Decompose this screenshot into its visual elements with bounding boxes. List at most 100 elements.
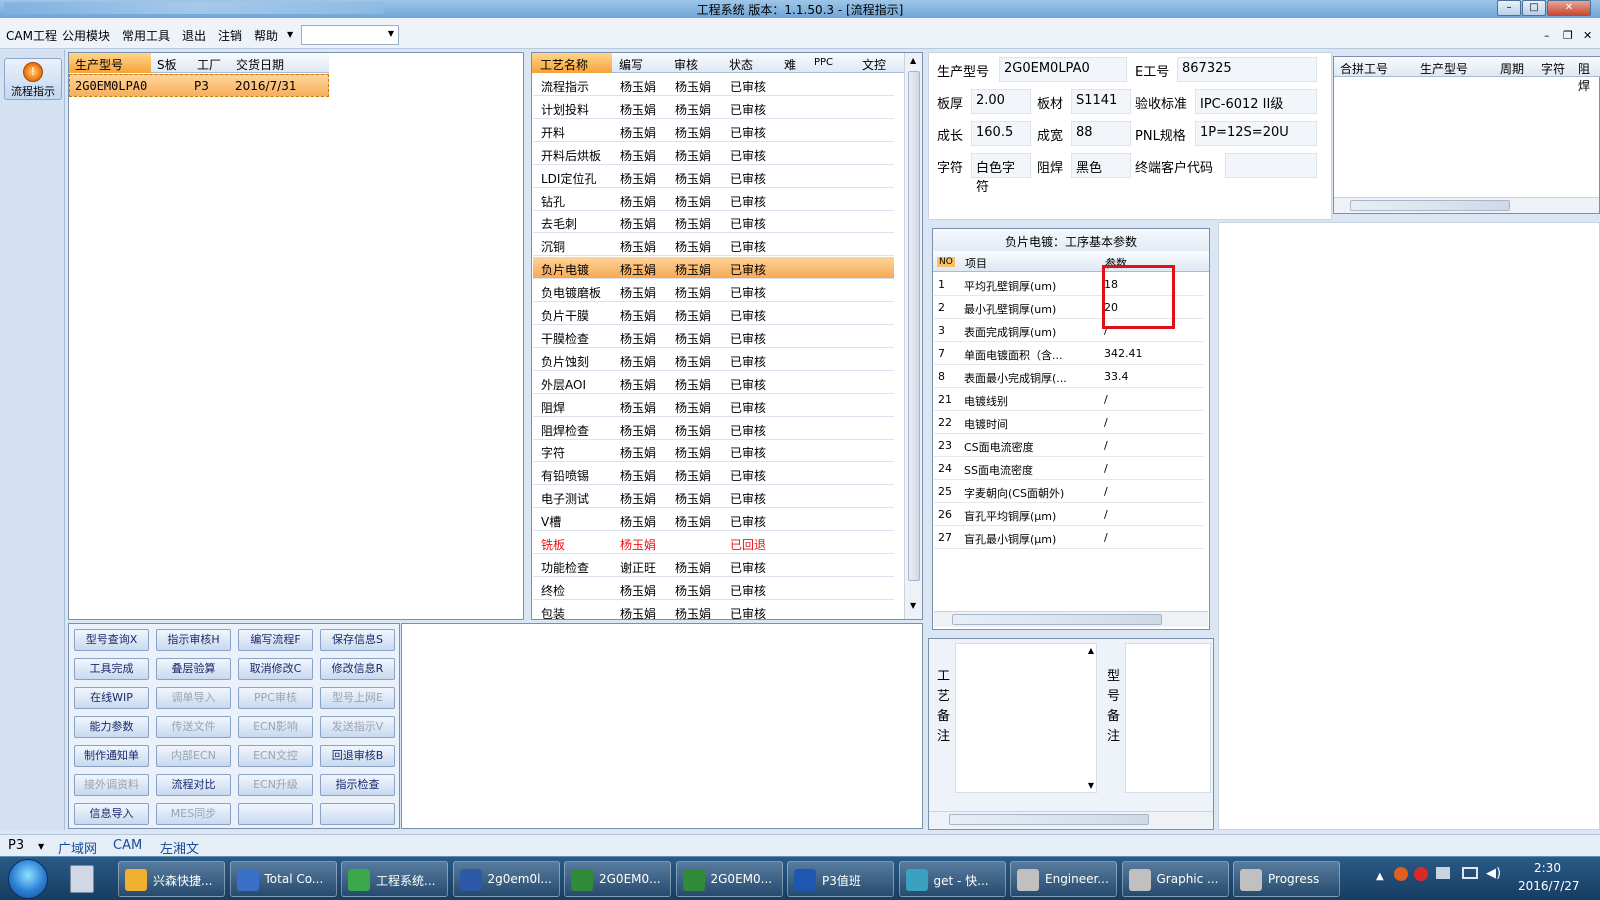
model-field[interactable]: 2G0EM0LPA0	[999, 57, 1127, 82]
process-row[interactable]: 钻孔 杨玉娟 杨玉娟 已审核	[533, 188, 894, 211]
plant-dropdown-icon[interactable]: ▼	[38, 842, 44, 851]
taskbar-item[interactable]: P3值班	[787, 861, 894, 897]
param-row[interactable]: 27 盲孔最小铜厚(μm) /	[934, 526, 1204, 549]
process-note-field[interactable]: ▲ ▼	[955, 643, 1097, 793]
param-row[interactable]: 8 表面最小完成铜厚(... 33.4	[934, 365, 1204, 388]
process-scrollbar[interactable]: ▲ ▼	[904, 53, 922, 619]
process-row[interactable]: 流程指示 杨玉娟 杨玉娟 已审核	[533, 74, 894, 96]
function-button[interactable]: 回退审核B	[320, 745, 395, 767]
taskbar-item[interactable]: Progress	[1233, 861, 1340, 897]
process-row[interactable]: 有铅喷锡 杨玉娟 杨玉娟 已审核	[533, 463, 894, 486]
volume-icon[interactable]: ◀)	[1486, 866, 1501, 881]
header-item[interactable]: 项目	[965, 255, 987, 271]
network-icon[interactable]	[1462, 867, 1478, 879]
function-button[interactable]: 在线WIP	[74, 687, 149, 709]
function-button[interactable]: 发送指示V	[320, 716, 395, 738]
function-button[interactable]: 传送文件	[156, 716, 231, 738]
process-row[interactable]: 功能检查 谢正旺 杨玉娟 已审核	[533, 554, 894, 577]
process-row[interactable]: 终检 杨玉娟 杨玉娟 已审核	[533, 577, 894, 600]
process-row[interactable]: 字符 杨玉娟 杨玉娟 已审核	[533, 440, 894, 463]
scroll-thumb[interactable]	[908, 71, 920, 581]
close-button[interactable]: ✕	[1547, 0, 1591, 16]
clock-date[interactable]: 2016/7/27	[1518, 879, 1580, 893]
header-cycle[interactable]: 周期	[1500, 60, 1524, 77]
notes-hscrollbar[interactable]	[929, 811, 1213, 827]
process-row[interactable]: 负片蚀刻 杨玉娟 杨玉娟 已审核	[533, 348, 894, 371]
taskbar-item[interactable]: 2G0EM0...	[564, 861, 671, 897]
mdi-close-button[interactable]: ✕	[1583, 29, 1592, 42]
function-button[interactable]: 编写流程F	[238, 629, 313, 651]
params-hscrollbar[interactable]	[934, 611, 1208, 627]
function-button-empty[interactable]	[238, 803, 313, 825]
header-char[interactable]: 字符	[1541, 60, 1565, 77]
taskbar-item[interactable]: 工程系统...	[341, 861, 448, 897]
note-scroll-up-icon[interactable]: ▲	[1088, 646, 1094, 655]
function-button[interactable]: 流程对比	[156, 774, 231, 796]
process-row[interactable]: 负电镀磨板 杨玉娟 杨玉娟 已审核	[533, 280, 894, 303]
mdi-minimize-button[interactable]: –	[1544, 29, 1550, 42]
calculator-icon[interactable]	[70, 865, 94, 893]
header-model[interactable]: 生产型号	[75, 56, 123, 73]
header-writer[interactable]: 编写	[619, 56, 643, 73]
header-s-board[interactable]: S板	[157, 56, 177, 73]
header-doc-control[interactable]: 文控	[862, 56, 886, 73]
function-button-empty[interactable]	[320, 803, 395, 825]
header-no[interactable]: NO	[937, 257, 955, 267]
function-button[interactable]: 调单导入	[156, 687, 231, 709]
process-row[interactable]: 铣板 杨玉娟 已回退	[533, 532, 894, 554]
scroll-down-icon[interactable]: ▼	[910, 601, 916, 610]
param-row[interactable]: 24 SS面电流密度 /	[934, 457, 1204, 480]
notes-scroll-thumb[interactable]	[949, 814, 1149, 825]
process-row[interactable]: 沉铜 杨玉娟 杨玉娟 已审核	[533, 234, 894, 257]
function-button[interactable]: 信息导入	[74, 803, 149, 825]
function-button[interactable]: 能力参数	[74, 716, 149, 738]
flag-icon[interactable]	[1436, 867, 1450, 879]
param-row[interactable]: 22 电镀时间 /	[934, 411, 1204, 434]
cust-field[interactable]	[1225, 153, 1317, 178]
function-button[interactable]: ECN文控	[238, 745, 313, 767]
header-mask[interactable]: 阻焊	[1578, 60, 1600, 94]
function-button[interactable]: 接外调资料	[74, 774, 149, 796]
toolbar-combo[interactable]: ▼	[301, 25, 399, 45]
help-dropdown-icon[interactable]: ▼	[287, 30, 293, 39]
menu-public[interactable]: 公用模块	[62, 27, 110, 44]
header-process-name[interactable]: 工艺名称	[540, 56, 588, 73]
param-row[interactable]: 7 单面电镀面积（含... 342.41	[934, 342, 1204, 365]
len-field[interactable]: 160.5	[971, 121, 1031, 146]
menu-exit[interactable]: 退出	[182, 27, 206, 44]
start-button[interactable]	[8, 859, 48, 899]
function-button[interactable]: 取消修改C	[238, 658, 313, 680]
model-note-field[interactable]	[1125, 643, 1211, 793]
header-reviewer[interactable]: 审核	[674, 56, 698, 73]
std-field[interactable]: IPC-6012 II级	[1195, 89, 1317, 114]
mat-field[interactable]: S1141	[1071, 89, 1131, 114]
function-button[interactable]: 指示检查	[320, 774, 395, 796]
tray-expand-icon[interactable]: ▲	[1376, 871, 1384, 882]
function-button[interactable]: ECN升级	[238, 774, 313, 796]
function-button[interactable]: ECN影响	[238, 716, 313, 738]
process-row[interactable]: 负片电镀 杨玉娟 杨玉娟 已审核	[533, 257, 894, 280]
process-row[interactable]: 包装 杨玉娟 杨玉娟 已审核	[533, 600, 894, 619]
process-row[interactable]: LDI定位孔 杨玉娟 杨玉娟 已审核	[533, 165, 894, 188]
order-row[interactable]: 2G0EM0LPA0 P3 2016/7/31	[69, 74, 329, 97]
process-row[interactable]: 外层AOI 杨玉娟 杨玉娟 已审核	[533, 371, 894, 394]
taskbar-item[interactable]: Graphic ...	[1121, 861, 1229, 897]
tray-antivirus-icon[interactable]	[1414, 867, 1428, 881]
taskbar-item[interactable]: 2G0EM0...	[675, 861, 783, 897]
menu-help[interactable]: 帮助	[254, 27, 278, 44]
merge-hscrollbar[interactable]	[1334, 197, 1599, 213]
param-row[interactable]: 25 字麦朝向(CS面朝外) /	[934, 480, 1204, 503]
function-button[interactable]: 叠层验算	[156, 658, 231, 680]
process-row[interactable]: 开料后烘板 杨玉娟 杨玉娟 已审核	[533, 142, 894, 165]
taskbar-item[interactable]: 2g0em0l...	[452, 861, 560, 897]
process-row[interactable]: 负片干膜 杨玉娟 杨玉娟 已审核	[533, 303, 894, 325]
menu-logout[interactable]: 注销	[218, 27, 242, 44]
taskbar-item[interactable]: get - 快...	[898, 861, 1006, 897]
process-row[interactable]: 干膜检查 杨玉娟 杨玉娟 已审核	[533, 325, 894, 348]
param-row[interactable]: 26 盲孔平均铜厚(μm) /	[934, 503, 1204, 526]
mdi-restore-button[interactable]: ❐	[1563, 29, 1573, 42]
function-button[interactable]: 型号上网E	[320, 687, 395, 709]
process-row[interactable]: 计划投料 杨玉娟 杨玉娟 已审核	[533, 96, 894, 119]
taskbar-item[interactable]: Total Co...	[229, 861, 337, 897]
flow-indicator-button[interactable]: ! 流程指示	[4, 58, 62, 100]
